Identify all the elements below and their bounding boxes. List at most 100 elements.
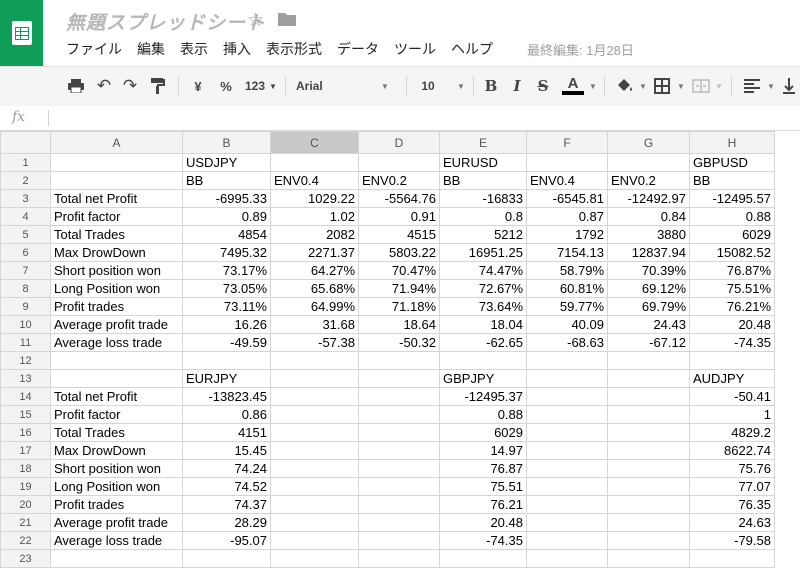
cell[interactable]: 18.64 — [358, 315, 440, 334]
menu-file[interactable]: ファイル — [66, 39, 122, 59]
cell[interactable]: 6029 — [439, 423, 527, 442]
cell[interactable]: 74.37 — [182, 495, 271, 514]
cell[interactable]: Profit factor — [50, 405, 183, 424]
cell[interactable]: 71.18% — [358, 297, 440, 316]
cell[interactable]: -79.58 — [689, 531, 775, 550]
cell[interactable]: 0.84 — [607, 207, 690, 226]
column-header-e[interactable]: E — [439, 131, 527, 154]
font-size-select[interactable]: 10 — [418, 76, 438, 96]
cell[interactable] — [607, 477, 690, 496]
cell[interactable]: 0.86 — [182, 405, 271, 424]
cell[interactable] — [358, 423, 440, 442]
cell[interactable] — [270, 351, 359, 370]
cell[interactable]: -50.32 — [358, 333, 440, 352]
cell[interactable]: Short position won — [50, 459, 183, 478]
cell[interactable]: EURUSD — [439, 153, 527, 172]
cell[interactable]: 75.76 — [689, 459, 775, 478]
cell[interactable]: 16951.25 — [439, 243, 527, 262]
cell[interactable]: -50.41 — [689, 387, 775, 406]
number-format-button[interactable]: 123 — [242, 76, 268, 96]
cell[interactable]: 24.63 — [689, 513, 775, 532]
cell[interactable] — [526, 405, 608, 424]
cell[interactable] — [526, 387, 608, 406]
cell[interactable]: 4151 — [182, 423, 271, 442]
cell[interactable]: ENV0.4 — [270, 171, 359, 190]
sheets-logo-icon[interactable] — [0, 0, 43, 66]
cell[interactable]: -16833 — [439, 189, 527, 208]
cell[interactable]: 15.45 — [182, 441, 271, 460]
cell[interactable] — [270, 423, 359, 442]
row-header[interactable]: 15 — [0, 405, 51, 424]
cell[interactable]: 2082 — [270, 225, 359, 244]
row-header[interactable]: 8 — [0, 279, 51, 298]
column-header-h[interactable]: H — [689, 131, 775, 154]
cell[interactable] — [689, 549, 775, 568]
column-header-f[interactable]: F — [526, 131, 608, 154]
print-icon[interactable] — [66, 76, 86, 96]
cell[interactable] — [50, 153, 183, 172]
cell[interactable] — [607, 459, 690, 478]
cell[interactable]: 71.94% — [358, 279, 440, 298]
row-header[interactable]: 19 — [0, 477, 51, 496]
cell[interactable]: 75.51% — [689, 279, 775, 298]
cell[interactable]: -74.35 — [689, 333, 775, 352]
cell[interactable]: 64.99% — [270, 297, 359, 316]
cell[interactable] — [358, 387, 440, 406]
cell[interactable] — [526, 369, 608, 388]
chevron-down-icon[interactable]: ▼ — [456, 76, 466, 96]
cell[interactable] — [526, 513, 608, 532]
cell[interactable]: AUDJPY — [689, 369, 775, 388]
cell[interactable]: 0.8 — [439, 207, 527, 226]
cell[interactable]: 0.89 — [182, 207, 271, 226]
cell[interactable] — [526, 153, 608, 172]
cell[interactable]: BB — [439, 171, 527, 190]
cell[interactable]: 0.87 — [526, 207, 608, 226]
cell[interactable] — [50, 171, 183, 190]
cell[interactable]: Average profit trade — [50, 315, 183, 334]
cell[interactable]: 2271.37 — [270, 243, 359, 262]
row-header[interactable]: 7 — [0, 261, 51, 280]
row-header[interactable]: 4 — [0, 207, 51, 226]
cell[interactable] — [270, 459, 359, 478]
cell[interactable]: 31.68 — [270, 315, 359, 334]
cell[interactable]: -5564.76 — [358, 189, 440, 208]
cell[interactable]: Profit trades — [50, 495, 183, 514]
cell[interactable]: Profit factor — [50, 207, 183, 226]
cell[interactable]: 70.39% — [607, 261, 690, 280]
cell[interactable]: 75.51 — [439, 477, 527, 496]
cell[interactable] — [607, 369, 690, 388]
cell[interactable]: 69.12% — [607, 279, 690, 298]
cell[interactable] — [270, 387, 359, 406]
cell[interactable]: 76.35 — [689, 495, 775, 514]
cell[interactable]: 77.07 — [689, 477, 775, 496]
redo-icon[interactable]: ↷ — [120, 76, 140, 96]
row-header[interactable]: 21 — [0, 513, 51, 532]
cell[interactable]: Long Position won — [50, 279, 183, 298]
cell[interactable]: GBPUSD — [689, 153, 775, 172]
column-header-b[interactable]: B — [182, 131, 271, 154]
cell[interactable]: 15082.52 — [689, 243, 775, 262]
cell[interactable] — [439, 351, 527, 370]
cell[interactable]: 74.47% — [439, 261, 527, 280]
cell[interactable]: 3880 — [607, 225, 690, 244]
cell[interactable]: 4829.2 — [689, 423, 775, 442]
cell[interactable]: -12495.57 — [689, 189, 775, 208]
last-edit-status[interactable]: 最終編集: 1月28日 — [527, 40, 634, 59]
cell[interactable]: -6995.33 — [182, 189, 271, 208]
cell[interactable] — [607, 549, 690, 568]
cell[interactable]: EURJPY — [182, 369, 271, 388]
cell[interactable]: Short position won — [50, 261, 183, 280]
cell[interactable]: Total net Profit — [50, 387, 183, 406]
row-header[interactable]: 10 — [0, 315, 51, 334]
align-left-icon[interactable] — [742, 76, 762, 96]
cell[interactable] — [607, 153, 690, 172]
cell[interactable]: 12837.94 — [607, 243, 690, 262]
cell[interactable]: 0.88 — [689, 207, 775, 226]
row-header[interactable]: 9 — [0, 297, 51, 316]
cell[interactable]: -57.38 — [270, 333, 359, 352]
cell[interactable]: 0.91 — [358, 207, 440, 226]
cell[interactable] — [526, 423, 608, 442]
cell[interactable] — [358, 441, 440, 460]
borders-icon[interactable] — [652, 76, 672, 96]
row-header[interactable]: 5 — [0, 225, 51, 244]
